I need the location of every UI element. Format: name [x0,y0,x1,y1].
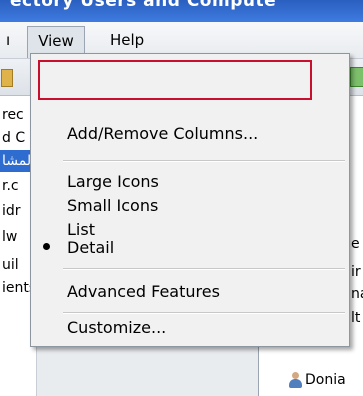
folder-icon[interactable] [1,69,13,87]
title-text: ectory Users and Compute [10,0,277,11]
radio-bullet-icon [43,243,50,250]
list-item[interactable]: na [351,286,363,302]
menu-item-add-remove-columns[interactable]: Add/Remove Columns... [67,122,258,146]
menu-separator [63,160,345,162]
menu-item-large-icons[interactable]: Large Icons [67,170,159,194]
menu-item-detail[interactable]: Detail [67,236,114,260]
annotation-highlight-box [38,60,312,100]
menu-file-fragment[interactable]: ı [0,26,16,54]
menu-item-advanced-features[interactable]: Advanced Features [67,280,220,304]
list-item[interactable]: e [351,236,360,252]
list-item[interactable]: ir [351,264,361,280]
menu-item-customize[interactable]: Customize... [67,316,166,340]
list-item[interactable]: lt [351,310,360,326]
menu-help[interactable]: Help [102,26,152,54]
menu-separator [63,268,345,270]
menu-item-small-icons[interactable]: Small Icons [67,194,158,218]
title-bar: ectory Users and Compute [0,0,363,22]
user-icon [288,372,302,388]
green-toolbar-icon[interactable] [350,67,363,87]
list-item-user[interactable]: Donia [305,372,346,388]
menu-separator [63,312,345,314]
